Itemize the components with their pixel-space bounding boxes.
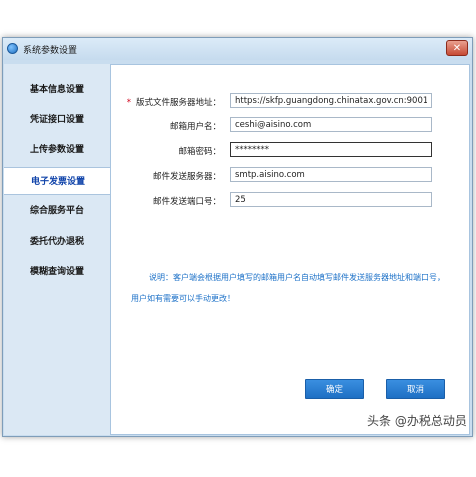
- sidebar: 基本信息设置 凭证接口设置 上传参数设置 电子发票设置 综合服务平台 委托代办退…: [4, 64, 112, 435]
- note-line-2: 用户如有需要可以手动更改！: [131, 294, 235, 303]
- settings-dialog: 系统参数设置 ✕ 基本信息设置 凭证接口设置 上传参数设置 电子发票设置 综合服…: [2, 37, 473, 437]
- server-address-input[interactable]: [230, 93, 432, 108]
- email-password-label: 邮箱密码：: [178, 147, 221, 157]
- window-title: 系统参数设置: [23, 46, 78, 56]
- required-marker: *: [126, 98, 131, 108]
- close-button[interactable]: ✕: [446, 40, 468, 56]
- email-username-input[interactable]: [230, 117, 432, 132]
- email-password-input[interactable]: [230, 142, 432, 157]
- server-address-label-text: 版式文件服务器地址：: [135, 98, 221, 108]
- smtp-server-label: 邮件发送服务器：: [152, 172, 221, 182]
- sidebar-item-service-platform[interactable]: 综合服务平台: [4, 197, 110, 225]
- title-bar[interactable]: 系统参数设置 ✕: [3, 38, 472, 60]
- server-address-label: * 版式文件服务器地址：: [111, 96, 221, 108]
- app-icon: [7, 43, 18, 54]
- sidebar-item-fuzzy-query[interactable]: 模糊查询设置: [4, 258, 110, 286]
- watermark: 头条 @办税总动员: [367, 414, 467, 428]
- ok-button[interactable]: 确定: [305, 379, 364, 399]
- sidebar-item-e-invoice[interactable]: 电子发票设置: [4, 167, 112, 195]
- sidebar-item-entrusted-refund[interactable]: 委托代办退税: [4, 228, 110, 256]
- smtp-port-input[interactable]: [230, 192, 432, 207]
- sidebar-item-voucher-interface[interactable]: 凭证接口设置: [4, 106, 110, 134]
- smtp-port-label: 邮件发送端口号：: [152, 197, 221, 207]
- cancel-button[interactable]: 取消: [386, 379, 445, 399]
- email-username-label: 邮箱用户名：: [169, 122, 221, 132]
- sidebar-item-basic-info[interactable]: 基本信息设置: [4, 76, 110, 104]
- note-line-1: 说明：客户端会根据用户填写的邮箱用户名自动填写邮件发送服务器地址和端口号，: [149, 273, 445, 282]
- sidebar-item-upload-params[interactable]: 上传参数设置: [4, 136, 110, 164]
- e-invoice-settings-panel: * 版式文件服务器地址： 邮箱用户名： 邮箱密码： 邮件发送服务器： 邮件发送端口…: [110, 64, 470, 435]
- smtp-server-input[interactable]: [230, 167, 432, 182]
